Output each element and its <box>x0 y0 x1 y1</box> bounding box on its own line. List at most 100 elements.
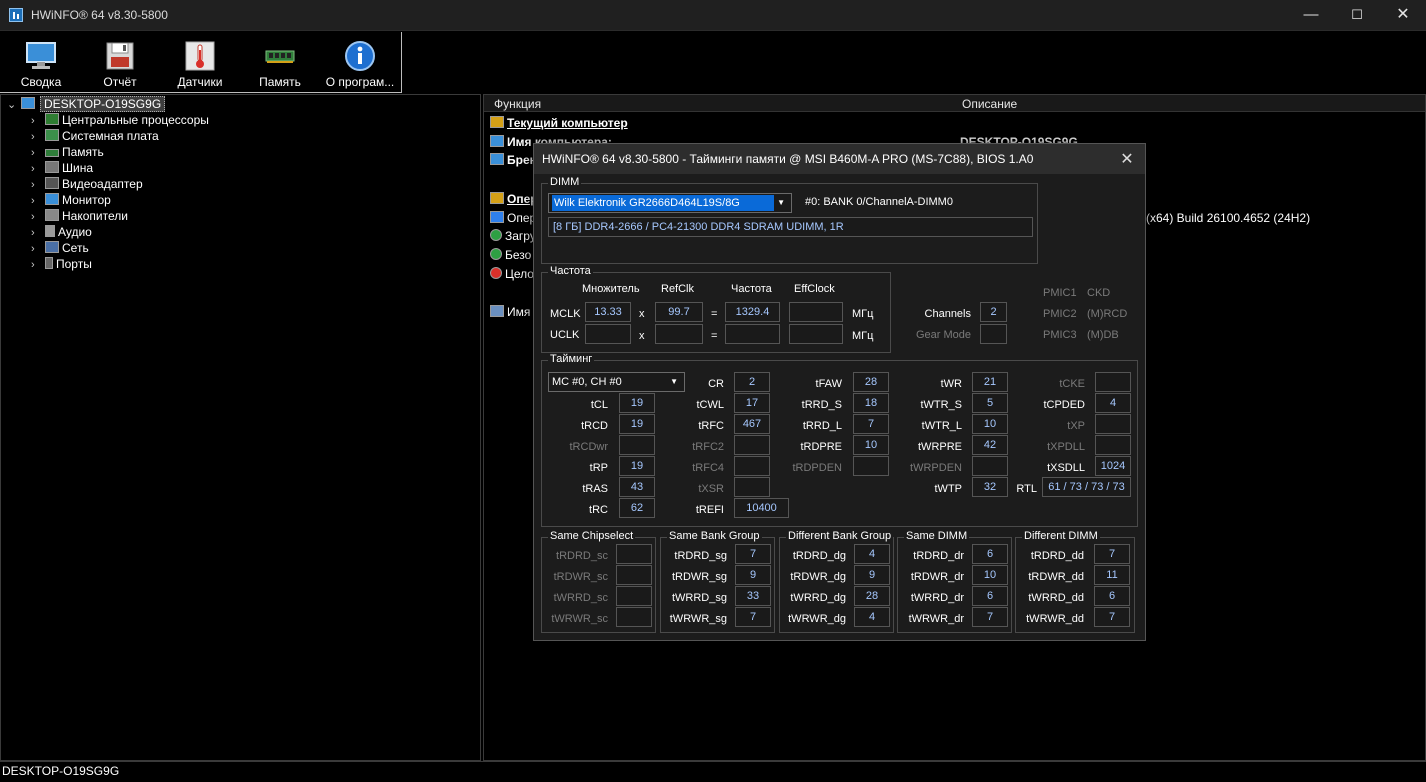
memory-module-icon <box>265 50 295 63</box>
details-header: Функция Описание <box>484 95 1425 112</box>
tras-value: 43 <box>619 477 655 497</box>
details-row[interactable]: Цело <box>490 267 534 285</box>
mclk-multiplier: 13.33 <box>585 302 631 322</box>
trc-label: tRC <box>589 504 608 516</box>
trdpre-label: tRDPRE <box>800 441 842 453</box>
memory-module-icon <box>45 149 59 157</box>
twtr-s-label: tWTR_S <box>920 399 962 411</box>
tree-item-bus[interactable]: › Шина <box>31 161 93 177</box>
group-title: Different Bank Group <box>786 530 894 542</box>
details-row[interactable]: Опер <box>490 211 536 229</box>
twtp-value: 32 <box>972 477 1008 497</box>
toolbar-report-button[interactable]: Отчёт <box>85 32 155 92</box>
details-row[interactable]: Имя <box>490 305 530 323</box>
tras-label: tRAS <box>582 483 608 495</box>
tree-item-memory[interactable]: › Память <box>31 145 104 161</box>
chevron-right-icon[interactable]: › <box>31 243 41 255</box>
tree-item-label: Системная плата <box>62 129 159 143</box>
trefi-value: 10400 <box>734 498 789 518</box>
drive-icon <box>45 209 59 221</box>
chevron-right-icon[interactable]: › <box>31 227 41 239</box>
tree-item-label: Порты <box>56 257 92 271</box>
tfaw-value: 28 <box>853 372 889 392</box>
tree-item-label: Память <box>62 145 104 159</box>
twtr-l-label: tWTR_L <box>921 420 962 432</box>
trdwr-dd-label: tRDWR_dd <box>1028 571 1084 583</box>
tcpded-value: 4 <box>1095 393 1131 413</box>
details-row[interactable]: Текущий компьютер <box>490 116 628 134</box>
details-row[interactable]: Загру <box>490 229 536 247</box>
trdwr-dg-value: 9 <box>854 565 890 585</box>
details-row[interactable]: Опер <box>490 192 538 210</box>
twrrd-dd-value: 6 <box>1094 586 1130 606</box>
description-os: l (x64) Build 26100.4652 (24H2) <box>1140 211 1311 225</box>
cr-label: CR <box>708 378 724 390</box>
twrpre-value: 42 <box>972 435 1008 455</box>
column-header-description[interactable]: Описание <box>962 97 1017 111</box>
tree-item-monitor[interactable]: › Монитор <box>31 193 111 209</box>
toolbar-about-button[interactable]: О програм... <box>320 32 400 92</box>
dimm-module-select[interactable]: Wilk Elektronik GR2666D464L19S/8G ▼ <box>548 193 792 213</box>
frequency-group-label: Частота <box>548 265 593 277</box>
details-row[interactable]: Брен <box>490 153 537 171</box>
chevron-right-icon[interactable]: › <box>31 131 41 143</box>
twrwr-dr-value: 7 <box>972 607 1008 627</box>
column-header-function[interactable]: Функция <box>494 97 541 111</box>
chevron-down-icon[interactable]: ⌄ <box>7 98 17 111</box>
tree-item-drives[interactable]: › Накопители <box>31 209 128 225</box>
ckd-label: CKD <box>1087 287 1111 299</box>
toolbar-summary-button[interactable]: Сводка <box>6 32 76 92</box>
tree-root-node[interactable]: ⌄ DESKTOP-O19SG9G <box>7 96 166 113</box>
floppy-icon <box>106 42 134 70</box>
twrrd-sc-value <box>616 586 652 606</box>
minimize-button[interactable]: — <box>1288 0 1334 31</box>
toolbar-memory-button[interactable]: Память <box>245 32 315 92</box>
info-icon <box>345 41 375 71</box>
tree-item-cpu[interactable]: › Центральные процессоры <box>31 113 209 129</box>
details-row[interactable]: Безо <box>490 248 531 266</box>
txsdll-value: 1024 <box>1095 456 1131 476</box>
tree-item-ports[interactable]: › Порты <box>31 257 92 273</box>
tree-item-network[interactable]: › Сеть <box>31 241 89 257</box>
toolbar-sensors-button[interactable]: Датчики <box>165 32 235 92</box>
effclock-header: EffClock <box>794 283 835 295</box>
frequency-group: Частота Множитель RefClk Частота EffCloc… <box>541 265 891 353</box>
tree-item-motherboard[interactable]: › Системная плата <box>31 129 159 145</box>
different-dimm-group: Different DIMM tRDRD_dd 7 tRDWR_dd 11 tW… <box>1015 530 1135 633</box>
maximize-button[interactable]: ☐ <box>1334 0 1380 31</box>
chevron-right-icon[interactable]: › <box>31 147 41 159</box>
trdrd-sg-value: 7 <box>735 544 771 564</box>
close-button[interactable]: ✕ <box>1380 0 1426 31</box>
computer-icon <box>490 153 504 165</box>
tree-item-gpu[interactable]: › Видеоадаптер <box>31 177 143 193</box>
twrrd-sg-value: 33 <box>735 586 771 606</box>
timing-group-label: Тайминг <box>548 353 595 365</box>
mhz-unit: МГц <box>852 330 874 342</box>
monitor-icon <box>26 42 56 69</box>
group-title: Different DIMM <box>1022 530 1100 542</box>
row-label: Имя <box>507 305 531 319</box>
chevron-right-icon[interactable]: › <box>31 195 41 207</box>
mclk-effclock <box>789 302 843 322</box>
chevron-right-icon[interactable]: › <box>31 115 41 127</box>
chevron-right-icon[interactable]: › <box>31 179 41 191</box>
dimm-group-label: DIMM <box>548 176 582 188</box>
row-label: Безо <box>505 248 532 262</box>
trdrd-dr-label: tRDRD_dr <box>913 550 964 562</box>
trdrd-dd-value: 7 <box>1094 544 1130 564</box>
txsr-value <box>734 477 770 497</box>
chevron-down-icon: ▼ <box>777 198 785 207</box>
memory-controller-select[interactable]: MC #0, CH #0 ▼ <box>548 372 685 392</box>
rtl-value: 61 / 73 / 73 / 73 <box>1042 477 1131 497</box>
dialog-close-icon[interactable]: ✕ <box>1117 149 1137 169</box>
txsr-label: tXSR <box>698 483 724 495</box>
chevron-right-icon[interactable]: › <box>31 211 41 223</box>
pmic3-label: PMIC3 <box>1043 329 1077 341</box>
dimm-group: DIMM Wilk Elektronik GR2666D464L19S/8G ▼ … <box>541 176 1038 264</box>
trdwr-sg-value: 9 <box>735 565 771 585</box>
chevron-right-icon[interactable]: › <box>31 163 41 175</box>
tree-item-audio[interactable]: › Аудио <box>31 225 92 241</box>
chevron-right-icon[interactable]: › <box>31 259 41 271</box>
trcd-label: tRCD <box>581 420 608 432</box>
tree-item-label: Сеть <box>62 241 89 255</box>
